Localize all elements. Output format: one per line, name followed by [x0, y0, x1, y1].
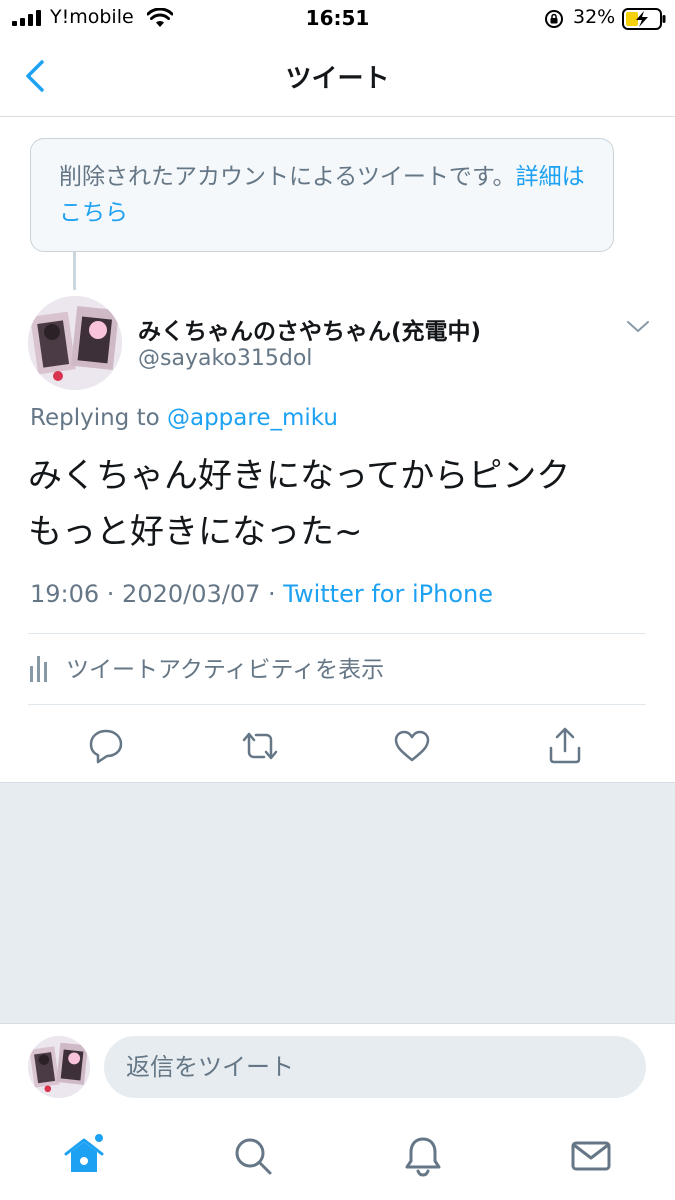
page-title: ツイート — [285, 64, 390, 94]
tweet-meta: 19:06 · 2020/03/07 · Twitter for iPhone — [30, 580, 493, 608]
deleted-account-notice: 削除されたアカウントによるツイートです。詳細はこちら — [30, 138, 614, 252]
navigation-bar: ツイート — [0, 38, 675, 117]
empty-replies-area — [0, 782, 675, 1024]
user-avatar[interactable] — [28, 1036, 90, 1098]
divider — [28, 633, 646, 634]
user-handle[interactable]: @sayako315dol — [138, 346, 312, 371]
tweet-source-link[interactable]: Twitter for iPhone — [283, 580, 493, 608]
analytics-icon — [30, 656, 47, 682]
tweet-timestamp: 19:06 · 2020/03/07 · — [30, 580, 284, 608]
status-bar: Y!mobile 16:51 32% — [0, 0, 675, 38]
notice-text: 削除されたアカウントによるツイートです。 — [59, 164, 516, 190]
battery-charging-icon — [622, 8, 666, 30]
replying-to: Replying to @appare_miku — [30, 405, 338, 431]
tweet-text-line: みくちゃん好きになってからピンク — [28, 456, 571, 496]
chevron-down-icon[interactable] — [624, 318, 652, 336]
tweet-text-line: もっと好きになった~ — [28, 512, 363, 552]
share-icon[interactable] — [543, 724, 587, 768]
thread-connector-line — [73, 252, 76, 290]
messages-icon[interactable] — [569, 1134, 613, 1178]
like-icon[interactable] — [390, 724, 434, 768]
view-tweet-activity-link[interactable]: ツイートアクティビティを表示 — [66, 650, 384, 684]
divider — [28, 704, 646, 705]
retweet-icon[interactable] — [238, 724, 282, 768]
tweet-text: みくちゃん好きになってからピンク もっと好きになった~ — [28, 448, 648, 560]
reply-icon[interactable] — [84, 724, 128, 768]
rotation-lock-icon — [545, 10, 563, 28]
battery-percentage: 32% — [573, 6, 616, 28]
notifications-icon[interactable] — [401, 1134, 445, 1178]
search-icon[interactable] — [231, 1134, 275, 1178]
home-icon[interactable] — [62, 1134, 106, 1178]
user-display-name[interactable]: みくちゃんのさやちゃん(充電中) — [138, 312, 481, 346]
replying-handle-link[interactable]: @appare_miku — [167, 405, 338, 431]
replying-prefix: Replying to — [30, 405, 160, 431]
avatar[interactable] — [28, 296, 122, 390]
reply-input[interactable]: 返信をツイート — [104, 1036, 646, 1098]
